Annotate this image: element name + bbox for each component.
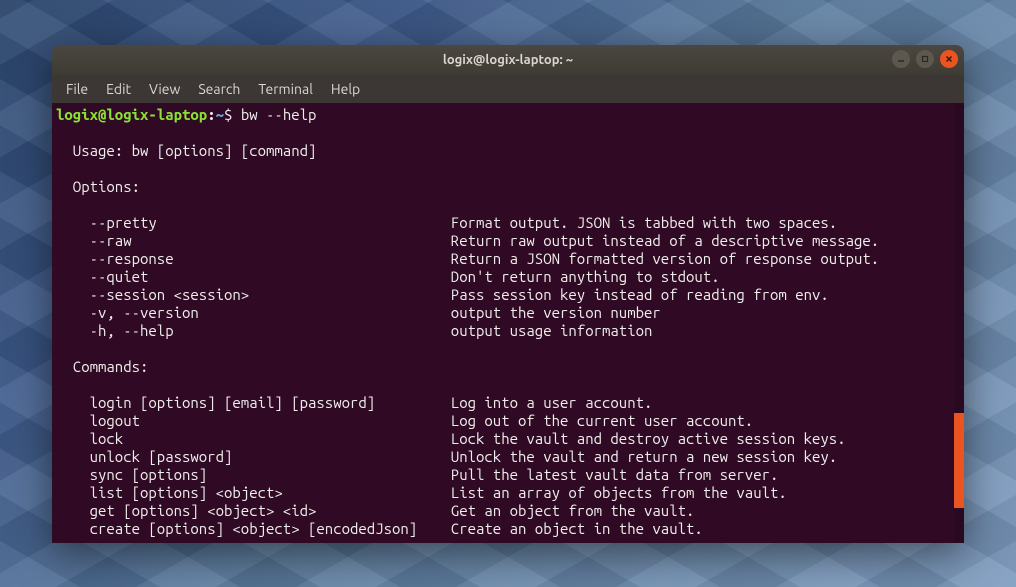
command-text: bw --help — [241, 106, 317, 123]
prompt-user-host: logix@logix-laptop — [56, 106, 207, 123]
titlebar: logix@logix-laptop: ~ — [52, 45, 964, 75]
output-command-unlock: unlock [password] Unlock the vault and r… — [56, 448, 837, 465]
window-controls — [892, 50, 958, 68]
output-option-response: --response Return a JSON formatted versi… — [56, 250, 879, 267]
minimize-button[interactable] — [892, 50, 910, 68]
output-command-sync: sync [options] Pull the latest vault dat… — [56, 466, 778, 483]
prompt-path: ~ — [216, 106, 224, 123]
window-title: logix@logix-laptop: ~ — [443, 53, 573, 67]
output-options-header: Options: — [56, 178, 140, 195]
output-command-get: get [options] <object> <id> Get an objec… — [56, 502, 694, 519]
menubar: File Edit View Search Terminal Help — [52, 75, 964, 103]
prompt-colon: : — [207, 106, 215, 123]
output-option-help: -h, --help output usage information — [56, 322, 652, 339]
close-button[interactable] — [940, 50, 958, 68]
terminal-body[interactable]: logix@logix-laptop:~$ bw --help Usage: b… — [52, 103, 964, 543]
output-option-session: --session <session> Pass session key ins… — [56, 286, 829, 303]
menu-terminal[interactable]: Terminal — [250, 78, 321, 100]
output-command-list: list [options] <object> List an array of… — [56, 484, 787, 501]
menu-view[interactable]: View — [141, 78, 188, 100]
output-usage: Usage: bw [options] [command] — [56, 142, 316, 159]
output-command-lock: lock Lock the vault and destroy active s… — [56, 430, 846, 447]
output-option-version: -v, --version output the version number — [56, 304, 661, 321]
menu-file[interactable]: File — [58, 78, 96, 100]
menu-search[interactable]: Search — [190, 78, 248, 100]
output-option-pretty: --pretty Format output. JSON is tabbed w… — [56, 214, 837, 231]
output-command-logout: logout Log out of the current user accou… — [56, 412, 753, 429]
terminal-window: logix@logix-laptop: ~ File Edit View Sea… — [52, 45, 964, 543]
command-text — [232, 106, 240, 123]
output-option-raw: --raw Return raw output instead of a des… — [56, 232, 879, 249]
menu-edit[interactable]: Edit — [98, 78, 139, 100]
maximize-button[interactable] — [916, 50, 934, 68]
output-command-login: login [options] [email] [password] Log i… — [56, 394, 652, 411]
scrollbar-thumb[interactable] — [954, 413, 964, 508]
output-option-quiet: --quiet Don't return anything to stdout. — [56, 268, 720, 285]
output-commands-header: Commands: — [56, 358, 148, 375]
menu-help[interactable]: Help — [323, 78, 368, 100]
output-command-create: create [options] <object> [encodedJson] … — [56, 520, 703, 537]
